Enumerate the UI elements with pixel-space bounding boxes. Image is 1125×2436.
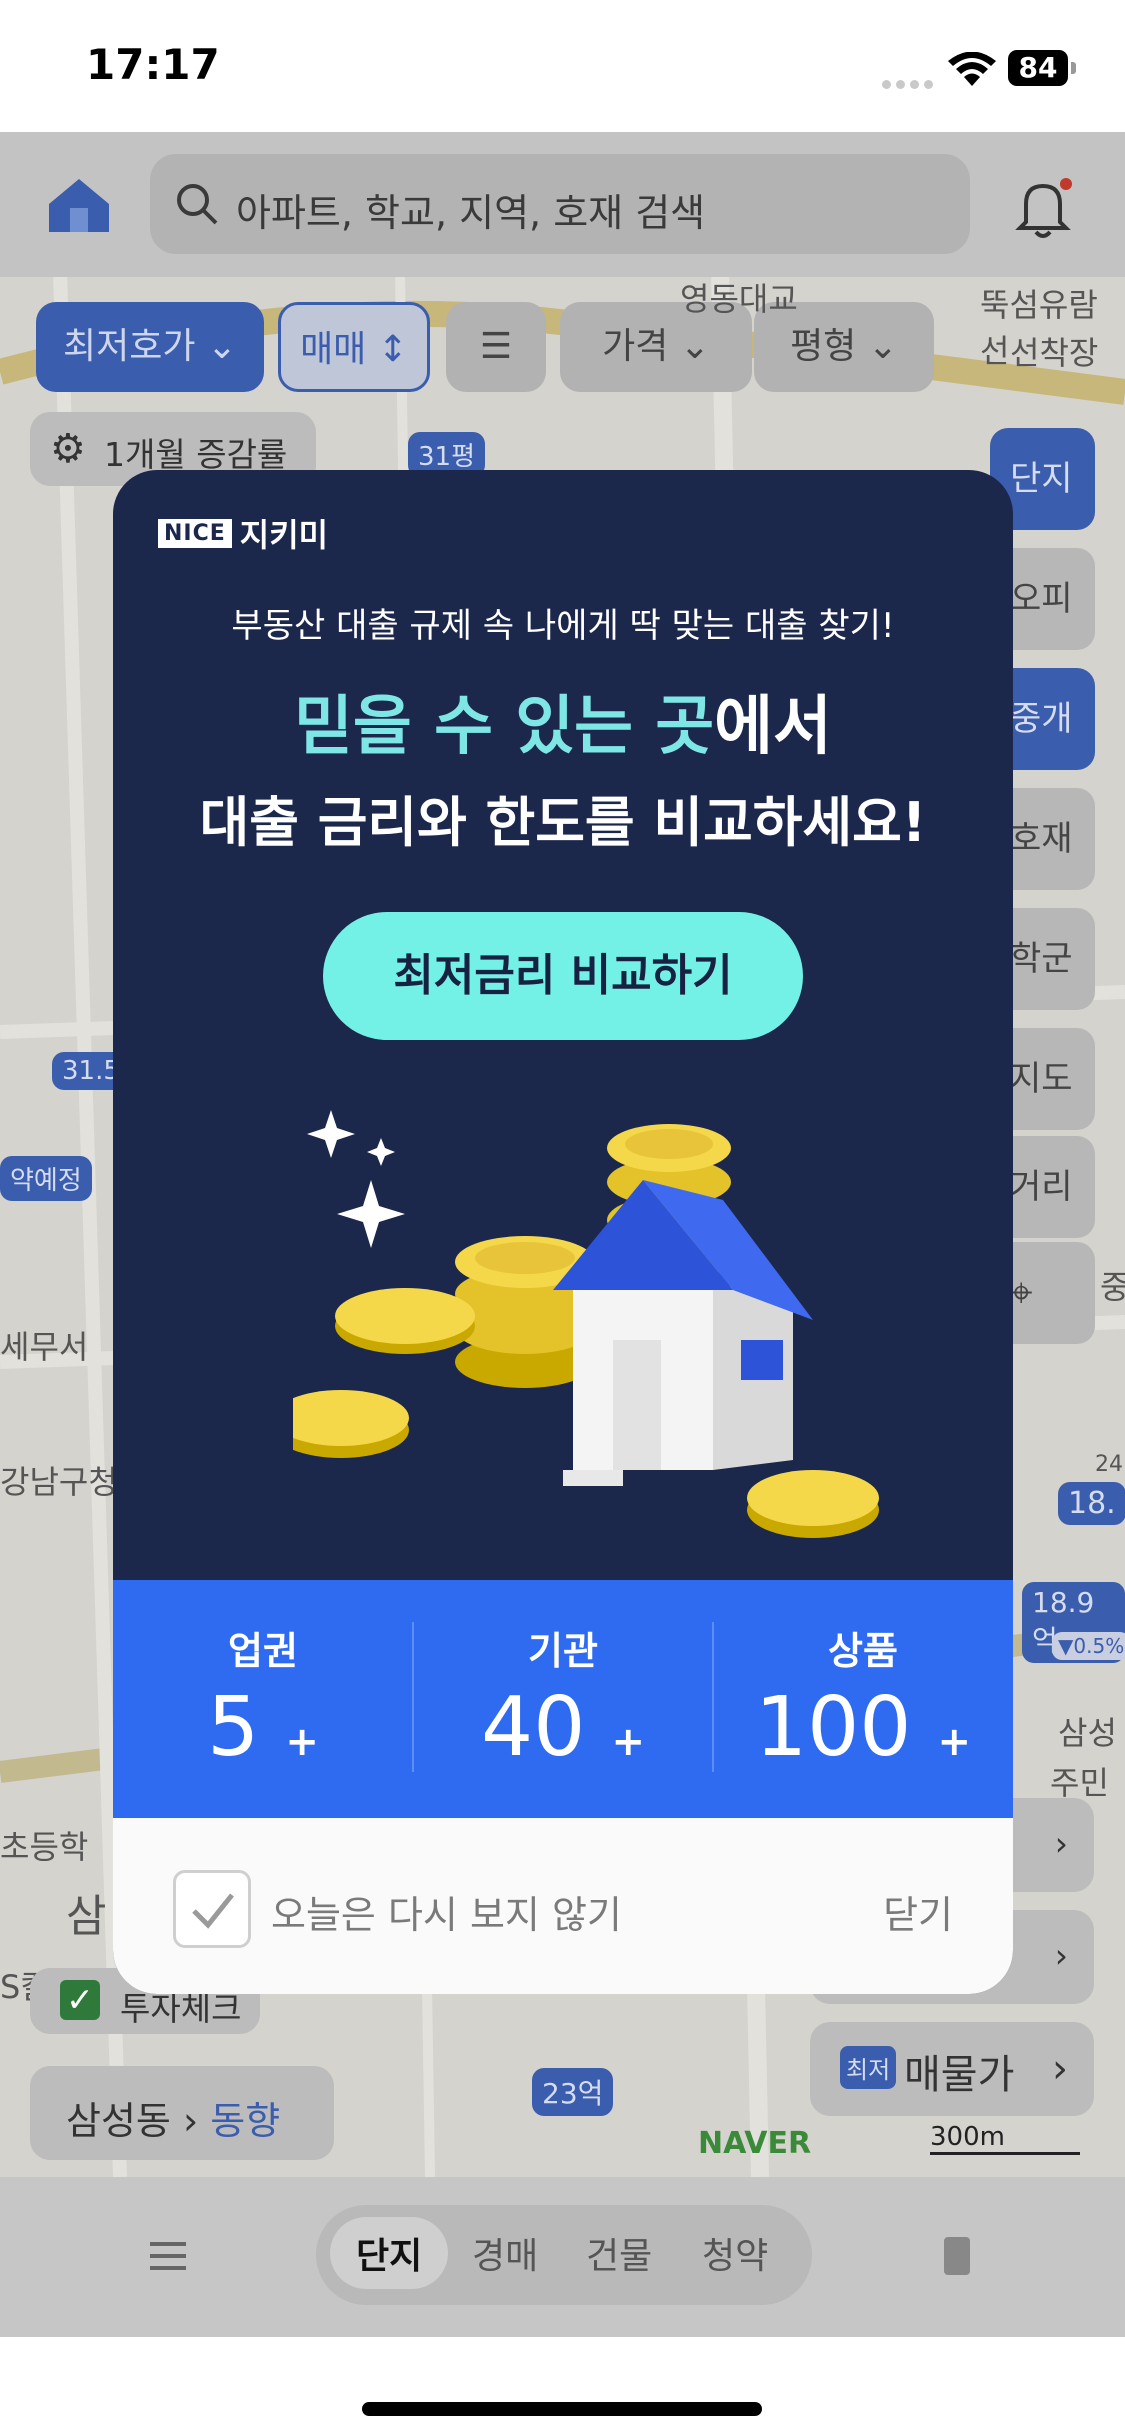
map-marker-23[interactable]: 23억 — [532, 2068, 614, 2116]
map-label-tax-office: 세무서 — [0, 1328, 89, 1366]
stat-label: 기관 — [528, 1629, 598, 1673]
tab-auction[interactable]: 경매 — [472, 2227, 538, 2279]
listing-price-button[interactable]: 최저 매물가 › — [810, 2022, 1094, 2116]
modal-headline: 믿을 수 있는 곳에서 — [113, 675, 1013, 767]
house — [553, 1180, 813, 1486]
chevron-right-icon: › — [1052, 2046, 1068, 2092]
phone-icon[interactable] — [940, 2235, 974, 2277]
promo-modal: NICE 지키미 부동산 대출 규제 속 나에게 딱 맞는 대출 찾기! 믿을 … — [113, 470, 1013, 1994]
map-label-dock: 선착장 — [1010, 334, 1099, 372]
naver-logo: NAVER — [698, 2126, 812, 2161]
map-label-bridge: 영동대교 — [680, 280, 798, 318]
map-label-mid: 중 — [1100, 1268, 1125, 1306]
stat-value: 100 + — [754, 1680, 972, 1775]
chevron-right-icon: › — [1054, 1824, 1068, 1863]
map-marker-right[interactable]: 18. — [1058, 1482, 1125, 1525]
modal-footer: 오늘은 다시 보지 않기 닫기 — [113, 1818, 1013, 1994]
stat-value: 40 + — [481, 1680, 645, 1775]
stat-products: 상품 100 + — [713, 1580, 1013, 1818]
sort-lowest-price-dropdown[interactable]: 최저호가 ⌄ — [36, 302, 264, 392]
search-input[interactable]: 아파트, 학교, 지역, 호재 검색 — [150, 154, 970, 254]
invest-check-label: 투자체크 — [120, 1989, 242, 2028]
area-trend-link: 동향 — [210, 2099, 281, 2143]
gear-icon: ⚙ — [50, 426, 86, 472]
map-label-samseong-right: 삼성 — [1058, 1714, 1117, 1752]
dont-show-label[interactable]: 오늘은 다시 보지 않기 — [271, 1884, 622, 1939]
search-icon — [177, 184, 218, 225]
map-label-24: 24 — [1095, 1452, 1123, 1477]
check-icon — [192, 1893, 234, 1929]
map-marker-presale[interactable]: 약예정 — [0, 1156, 92, 1201]
compare-rates-button[interactable]: 최저금리 비교하기 — [323, 912, 803, 1040]
map-label-school: 초등학 — [0, 1828, 89, 1866]
modal-headline-2: 대출 금리와 한도를 비교하세요! — [199, 791, 927, 854]
sort-label: 최저호가 — [62, 326, 196, 367]
chevron-right-icon: › — [182, 2099, 211, 2143]
dont-show-checkbox[interactable] — [173, 1870, 251, 1948]
map-scale: 300m — [930, 2122, 1080, 2155]
nice-logo: NICE 지키미 — [158, 512, 328, 554]
map-label-district-office: 강남구청 — [0, 1463, 118, 1501]
tab-subscription[interactable]: 청약 — [702, 2227, 768, 2279]
menu-icon[interactable] — [150, 2240, 186, 2272]
area-title: 삼성동 — [66, 2099, 171, 2143]
price-filter-label: 가격 — [602, 326, 669, 367]
stat-value: 5 + — [207, 1680, 319, 1775]
trade-type-label: 매매 — [300, 329, 367, 370]
chevron-right-icon: › — [1054, 1936, 1068, 1975]
stat-label: 업권 — [228, 1629, 298, 1673]
logo-badge: NICE — [158, 518, 232, 548]
stat-institutions: 기관 40 + — [413, 1580, 713, 1818]
sliders-icon: ☰ — [479, 326, 513, 367]
bottom-tabs: 단지 경매 건물 청약 — [316, 2205, 812, 2305]
bottom-nav: 단지 경매 건물 청약 — [0, 2177, 1125, 2337]
map-label-samseong: 삼 — [66, 1891, 107, 1942]
close-button[interactable]: 닫기 — [883, 1884, 953, 1939]
cellular-signal-icon — [882, 74, 938, 89]
headline-rest: 에서 — [714, 690, 832, 764]
status-bar: 17:17 84 — [0, 0, 1125, 132]
home-indicator[interactable] — [362, 2402, 762, 2416]
change-rate-label: 1개월 증감률 — [104, 435, 288, 474]
screen: 17:17 84 아파트, 학교, 지역, 호재 검색 최저호가 ⌄ 매매 ↕ … — [0, 0, 1125, 2436]
trade-type-dropdown[interactable]: 매매 ↕ — [278, 302, 430, 392]
lowest-badge: 최저 — [840, 2046, 897, 2089]
filter-settings-button[interactable]: ☰ — [446, 302, 546, 392]
headline-highlight: 믿을 수 있는 곳 — [294, 690, 715, 764]
checkbox-checked-icon: ✓ — [60, 1980, 100, 2020]
wifi-icon — [948, 52, 996, 86]
battery-icon: 84 — [1008, 50, 1068, 86]
area-trend-button[interactable]: 삼성동 › 동향 — [30, 2066, 334, 2160]
home-icon[interactable] — [44, 174, 114, 236]
stat-industries: 업권 5 + — [113, 1580, 413, 1818]
search-placeholder: 아파트, 학교, 지역, 호재 검색 — [236, 191, 706, 235]
house-coins-illustration — [293, 1110, 879, 1538]
modal-subtitle: 부동산 대출 규제 속 나에게 딱 맞는 대출 찾기! — [231, 606, 895, 646]
listing-price-label: 매물가 — [904, 2052, 1015, 2098]
home-indicator-area — [0, 2337, 1125, 2436]
stats-bar: 업권 5 + 기관 40 + 상품 100 + — [113, 1580, 1013, 1818]
tab-building[interactable]: 건물 — [586, 2227, 652, 2279]
stat-label: 상품 — [828, 1629, 898, 1673]
bell-icon[interactable] — [1008, 172, 1078, 242]
battery-cap — [1071, 62, 1076, 74]
map-marker-change: ▼0.5% — [1052, 1632, 1125, 1660]
status-time: 17:17 — [86, 40, 220, 89]
map-top-bar: 아파트, 학교, 지역, 호재 검색 — [0, 132, 1125, 277]
area-filter-label: 평형 — [790, 326, 857, 367]
tab-complex[interactable]: 단지 — [330, 2217, 449, 2289]
logo-text: 지키미 — [239, 516, 329, 554]
